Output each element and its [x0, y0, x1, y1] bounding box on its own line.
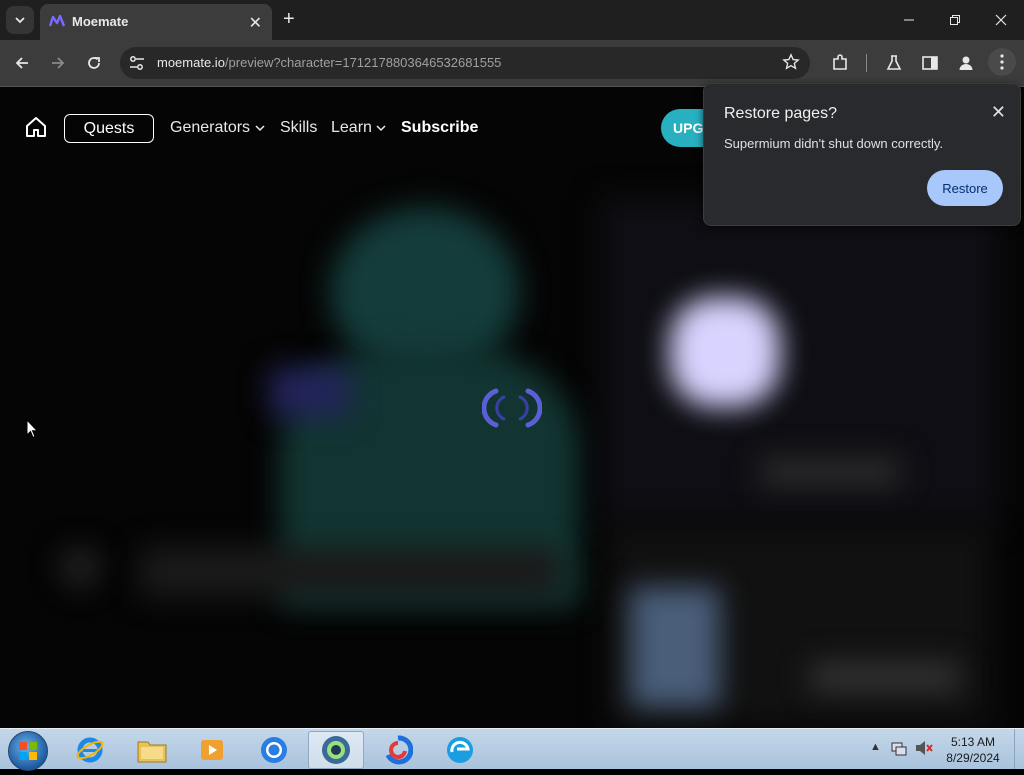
taskbar-chrome[interactable] — [246, 731, 302, 769]
taskbar-internet-explorer[interactable] — [62, 731, 118, 769]
restore-window-icon — [950, 15, 960, 25]
tab-close-button[interactable]: ✕ — [249, 13, 262, 33]
dialog-title: Restore pages? — [724, 105, 837, 122]
more-vertical-icon — [1000, 54, 1004, 70]
dialog-message: Supermium didn't shut down correctly. — [724, 136, 944, 151]
labs-button[interactable] — [882, 51, 906, 75]
loading-spinner-icon — [482, 388, 542, 428]
side-panel-icon — [922, 56, 938, 70]
chevron-down-icon — [254, 125, 265, 132]
blurred-action — [810, 662, 960, 692]
tab-moemate[interactable]: Moemate ✕ — [40, 4, 272, 40]
minimize-button[interactable] — [886, 0, 932, 40]
close-icon — [995, 14, 1007, 26]
tab-strip: Moemate ✕ + — [0, 0, 1024, 40]
extensions-button[interactable] — [828, 51, 852, 75]
blurred-panel-button — [760, 457, 900, 487]
subscribe-link[interactable]: Subscribe — [401, 119, 478, 137]
clock-date: 8/29/2024 — [946, 751, 1000, 765]
restore-pages-dialog: Restore pages? ✕ Supermium didn't shut d… — [703, 83, 1021, 226]
new-tab-button[interactable]: + — [283, 8, 295, 31]
reload-icon — [88, 57, 100, 69]
edge-icon — [447, 737, 473, 763]
swirl-app-icon — [385, 735, 413, 765]
side-panel-button[interactable] — [918, 51, 942, 75]
internet-explorer-icon — [76, 737, 104, 763]
profile-button[interactable] — [954, 51, 978, 75]
site-info-icon[interactable] — [128, 54, 146, 77]
back-button[interactable] — [10, 51, 34, 75]
learn-label: Learn — [331, 119, 372, 136]
network-icon[interactable] — [890, 739, 908, 760]
close-window-button[interactable] — [978, 0, 1024, 40]
tab-title: Moemate — [72, 14, 129, 29]
start-button[interactable] — [8, 731, 48, 771]
taskbar-media-player[interactable] — [184, 731, 240, 769]
url-host: moemate.io — [157, 55, 225, 70]
chevron-down-icon — [15, 17, 25, 24]
taskbar-app-swirl[interactable] — [370, 731, 426, 769]
blurred-input-bar — [140, 547, 560, 597]
browser-menu-button[interactable] — [988, 48, 1016, 76]
forward-button[interactable] — [46, 51, 70, 75]
taskbar-supermium[interactable] — [308, 731, 364, 769]
chevron-down-icon — [376, 125, 386, 132]
address-bar[interactable]: moemate.io/preview?character=17121788036… — [120, 47, 810, 79]
moemate-favicon-icon — [48, 14, 66, 33]
show-desktop-button[interactable] — [1014, 729, 1024, 769]
volume-muted-icon[interactable] — [914, 739, 934, 760]
chrome-icon — [261, 737, 287, 763]
clock-time: 5:13 AM — [950, 735, 996, 749]
show-hidden-icons-button[interactable]: ▲ — [870, 741, 881, 753]
windows-logo-icon — [19, 742, 37, 760]
toolbar-divider — [866, 54, 867, 72]
dialog-close-button[interactable]: ✕ — [991, 102, 1006, 123]
minimize-icon — [904, 19, 914, 21]
bookmark-star-icon[interactable] — [782, 53, 800, 76]
taskbar-file-explorer[interactable] — [124, 731, 180, 769]
supermium-icon — [322, 736, 350, 764]
url-path: /preview?character=171217880364653268155… — [224, 55, 502, 70]
blurred-button — [60, 547, 100, 587]
blurred-star-image — [670, 297, 780, 407]
blurred-thumbnail — [630, 587, 720, 707]
home-icon[interactable] — [24, 115, 48, 144]
media-player-icon — [201, 740, 223, 760]
quests-button[interactable]: Quests — [64, 114, 154, 143]
restore-button[interactable]: Restore — [927, 170, 1003, 206]
person-icon — [959, 56, 973, 70]
restore-window-button[interactable] — [932, 0, 978, 40]
system-clock[interactable]: 5:13 AM 8/29/2024 — [938, 734, 1008, 766]
reload-button[interactable] — [82, 51, 106, 75]
puzzle-icon — [833, 54, 847, 70]
flask-icon — [886, 55, 902, 70]
mouse-cursor-icon — [26, 419, 38, 439]
skills-link[interactable]: Skills — [280, 119, 317, 137]
folder-icon — [137, 741, 167, 763]
blurred-decoration — [270, 367, 350, 417]
url-text: moemate.io/preview?character=17121788036… — [157, 55, 501, 70]
arrow-right-icon — [52, 57, 65, 69]
taskbar-edge[interactable] — [432, 731, 488, 769]
arrow-left-icon — [15, 57, 28, 69]
generators-menu[interactable]: Generators — [170, 119, 265, 137]
tab-search-button[interactable] — [6, 6, 34, 34]
windows-taskbar: ▲ 5:13 AM 8/29/2024 — [0, 728, 1024, 771]
learn-menu[interactable]: Learn — [331, 119, 386, 137]
generators-label: Generators — [170, 119, 251, 136]
